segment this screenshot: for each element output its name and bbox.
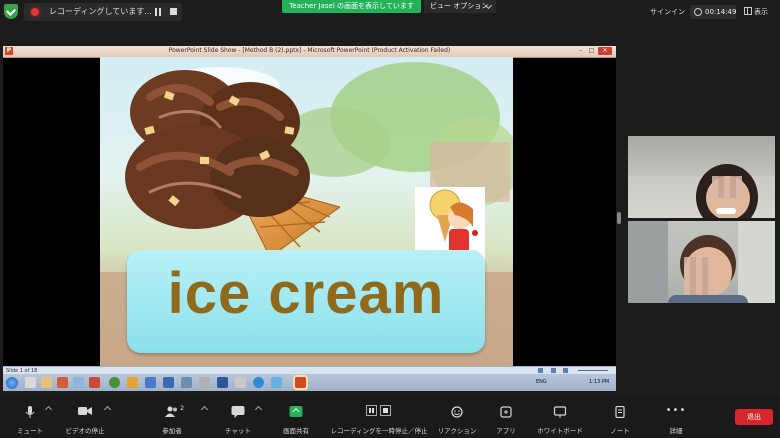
video-camera-icon bbox=[78, 407, 92, 415]
stop-recording-icon[interactable] bbox=[170, 8, 177, 15]
leave-button[interactable]: 退出 bbox=[735, 409, 773, 425]
more-dots-icon: ••• bbox=[665, 405, 687, 416]
language-indicator[interactable]: ENG bbox=[536, 377, 547, 388]
windows-start-icon[interactable] bbox=[6, 377, 18, 389]
participant-video-tile[interactable] bbox=[628, 221, 775, 303]
smiley-icon bbox=[451, 406, 463, 418]
slide-canvas: ice cream bbox=[100, 57, 513, 366]
taskbar-app-icon[interactable] bbox=[25, 377, 36, 388]
wall-background bbox=[628, 136, 775, 176]
taskbar-app-icon[interactable] bbox=[127, 377, 138, 388]
panel-resize-handle[interactable] bbox=[617, 212, 621, 224]
microphone-icon bbox=[25, 406, 35, 418]
participants-icon bbox=[165, 406, 177, 417]
pause-icon bbox=[366, 405, 377, 416]
participant-video-tile[interactable] bbox=[628, 136, 775, 218]
taskbar-app-icon[interactable] bbox=[235, 377, 246, 388]
face-blur bbox=[684, 257, 714, 297]
view-layout-button[interactable]: 表示 bbox=[744, 7, 768, 17]
taskbar-app-icon[interactable] bbox=[163, 377, 174, 388]
vocabulary-word: ice cream bbox=[167, 261, 445, 326]
participant-shirt bbox=[668, 295, 748, 303]
powerpoint-taskbar-icon[interactable] bbox=[295, 377, 306, 388]
view-options-label: ビュー オプション bbox=[430, 2, 489, 10]
screen-share-banner: Teacher Jasel の画面を表示しています bbox=[282, 0, 421, 13]
ice-cream-cone-illustration bbox=[125, 70, 340, 257]
chevron-up-icon[interactable] bbox=[200, 405, 209, 414]
chevron-up-icon[interactable] bbox=[103, 405, 112, 414]
taskbar-app-icon[interactable] bbox=[89, 377, 100, 388]
close-icon[interactable]: ✕ bbox=[598, 47, 612, 55]
notes-icon bbox=[615, 406, 625, 418]
meeting-timer: 00:14:49 bbox=[690, 5, 736, 19]
windows-taskbar: ENG 1:13 PM bbox=[3, 374, 616, 391]
zoom-slider[interactable] bbox=[578, 370, 608, 371]
meeting-controls: ミュート ビデオの停止 2 参加者 チャット 画面共有 レコーディングを一時停止… bbox=[0, 396, 780, 438]
word-icon[interactable] bbox=[217, 377, 228, 388]
recording-dot-icon bbox=[31, 8, 39, 16]
participant-smile bbox=[716, 208, 736, 214]
chevron-up-icon[interactable] bbox=[44, 405, 53, 414]
stop-icon bbox=[380, 405, 391, 416]
participants-button[interactable]: 2 参加者 bbox=[142, 396, 209, 438]
shared-screen: P PowerPoint Slide Show - [Method B (2).… bbox=[3, 46, 616, 391]
skype-icon[interactable] bbox=[253, 377, 264, 388]
face-blur bbox=[712, 176, 742, 198]
maximize-icon[interactable]: □ bbox=[586, 47, 597, 55]
pause-recording-icon[interactable] bbox=[154, 8, 162, 16]
vocabulary-word-card: ice cream bbox=[127, 250, 485, 353]
recording-indicator: レコーディングしています... bbox=[24, 3, 182, 21]
slide-sorter-icon[interactable] bbox=[551, 368, 556, 373]
share-screen-button[interactable]: 画面共有 bbox=[266, 396, 326, 438]
stop-video-button[interactable]: ビデオの停止 bbox=[55, 396, 115, 438]
minimize-icon[interactable]: – bbox=[575, 47, 586, 55]
share-screen-icon bbox=[289, 406, 303, 417]
reading-view-icon[interactable] bbox=[563, 368, 568, 373]
door-background bbox=[628, 221, 668, 303]
chat-icon bbox=[231, 406, 245, 418]
view-layout-label: 表示 bbox=[754, 8, 768, 16]
participants-count-badge: 2 bbox=[180, 404, 185, 412]
taskbar-app-icon[interactable] bbox=[181, 377, 192, 388]
powerpoint-window-title: PowerPoint Slide Show - [Method B (2).pp… bbox=[168, 47, 451, 54]
normal-view-icon[interactable] bbox=[538, 368, 543, 373]
taskbar-app-icon[interactable] bbox=[57, 377, 68, 388]
recording-controls-icon bbox=[364, 405, 394, 417]
timer-text: 00:14:49 bbox=[705, 8, 737, 16]
apps-icon bbox=[500, 406, 512, 418]
wall-background bbox=[738, 221, 775, 303]
sign-in-link[interactable]: サインイン bbox=[650, 7, 685, 17]
taskbar-app-icon[interactable] bbox=[73, 377, 84, 388]
whiteboard-icon bbox=[553, 406, 567, 418]
taskbar-app-icon[interactable] bbox=[145, 377, 156, 388]
taskbar-app-icon[interactable] bbox=[41, 377, 52, 388]
more-button[interactable]: ••• 詳細 bbox=[646, 396, 706, 438]
chevron-up-icon[interactable] bbox=[254, 405, 263, 414]
more-label: 詳細 bbox=[669, 427, 683, 435]
taskbar-app-icon[interactable] bbox=[199, 377, 210, 388]
pause-stop-recording-button[interactable]: レコーディングを一時停止／停止 bbox=[330, 396, 428, 438]
system-clock[interactable]: 1:13 PM bbox=[589, 377, 609, 388]
chrome-icon[interactable] bbox=[109, 377, 120, 388]
meeting-top-bar: レコーディングしています... Teacher Jasel の画面を表示していま… bbox=[0, 0, 780, 26]
clock-icon bbox=[694, 8, 702, 16]
recording-label: レコーディングしています... bbox=[49, 7, 152, 16]
view-options-button[interactable]: ビュー オプション bbox=[424, 0, 496, 13]
taskbar-app-icon[interactable] bbox=[271, 377, 282, 388]
security-shield-icon[interactable] bbox=[4, 4, 18, 19]
stop-video-label: ビデオの停止 bbox=[65, 427, 105, 435]
layout-grid-icon bbox=[744, 7, 752, 15]
